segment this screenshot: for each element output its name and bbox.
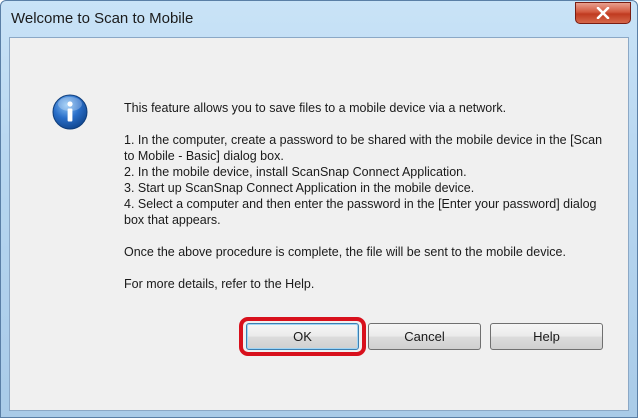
dialog-window: Welcome to Scan to Mobile This feature a… xyxy=(0,0,638,418)
close-button[interactable] xyxy=(575,2,631,24)
step-2: 2. In the mobile device, install ScanSna… xyxy=(124,165,467,179)
cancel-button[interactable]: Cancel xyxy=(368,323,481,350)
step-3: 3. Start up ScanSnap Connect Application… xyxy=(124,181,475,195)
title-bar[interactable]: Welcome to Scan to Mobile xyxy=(1,1,637,37)
close-x-icon xyxy=(596,7,610,19)
help-button[interactable]: Help xyxy=(490,323,603,350)
info-icon xyxy=(52,94,88,130)
ok-highlight-annotation xyxy=(239,317,366,356)
message-outro: Once the above procedure is complete, th… xyxy=(124,245,566,259)
window-title: Welcome to Scan to Mobile xyxy=(11,10,194,27)
message-text: This feature allows you to save files to… xyxy=(124,100,614,292)
step-1: 1. In the computer, create a password to… xyxy=(124,133,603,163)
step-4: 4. Select a computer and then enter the … xyxy=(124,197,597,227)
help-note: For more details, refer to the Help. xyxy=(124,277,315,291)
message-intro: This feature allows you to save files to… xyxy=(124,101,507,115)
